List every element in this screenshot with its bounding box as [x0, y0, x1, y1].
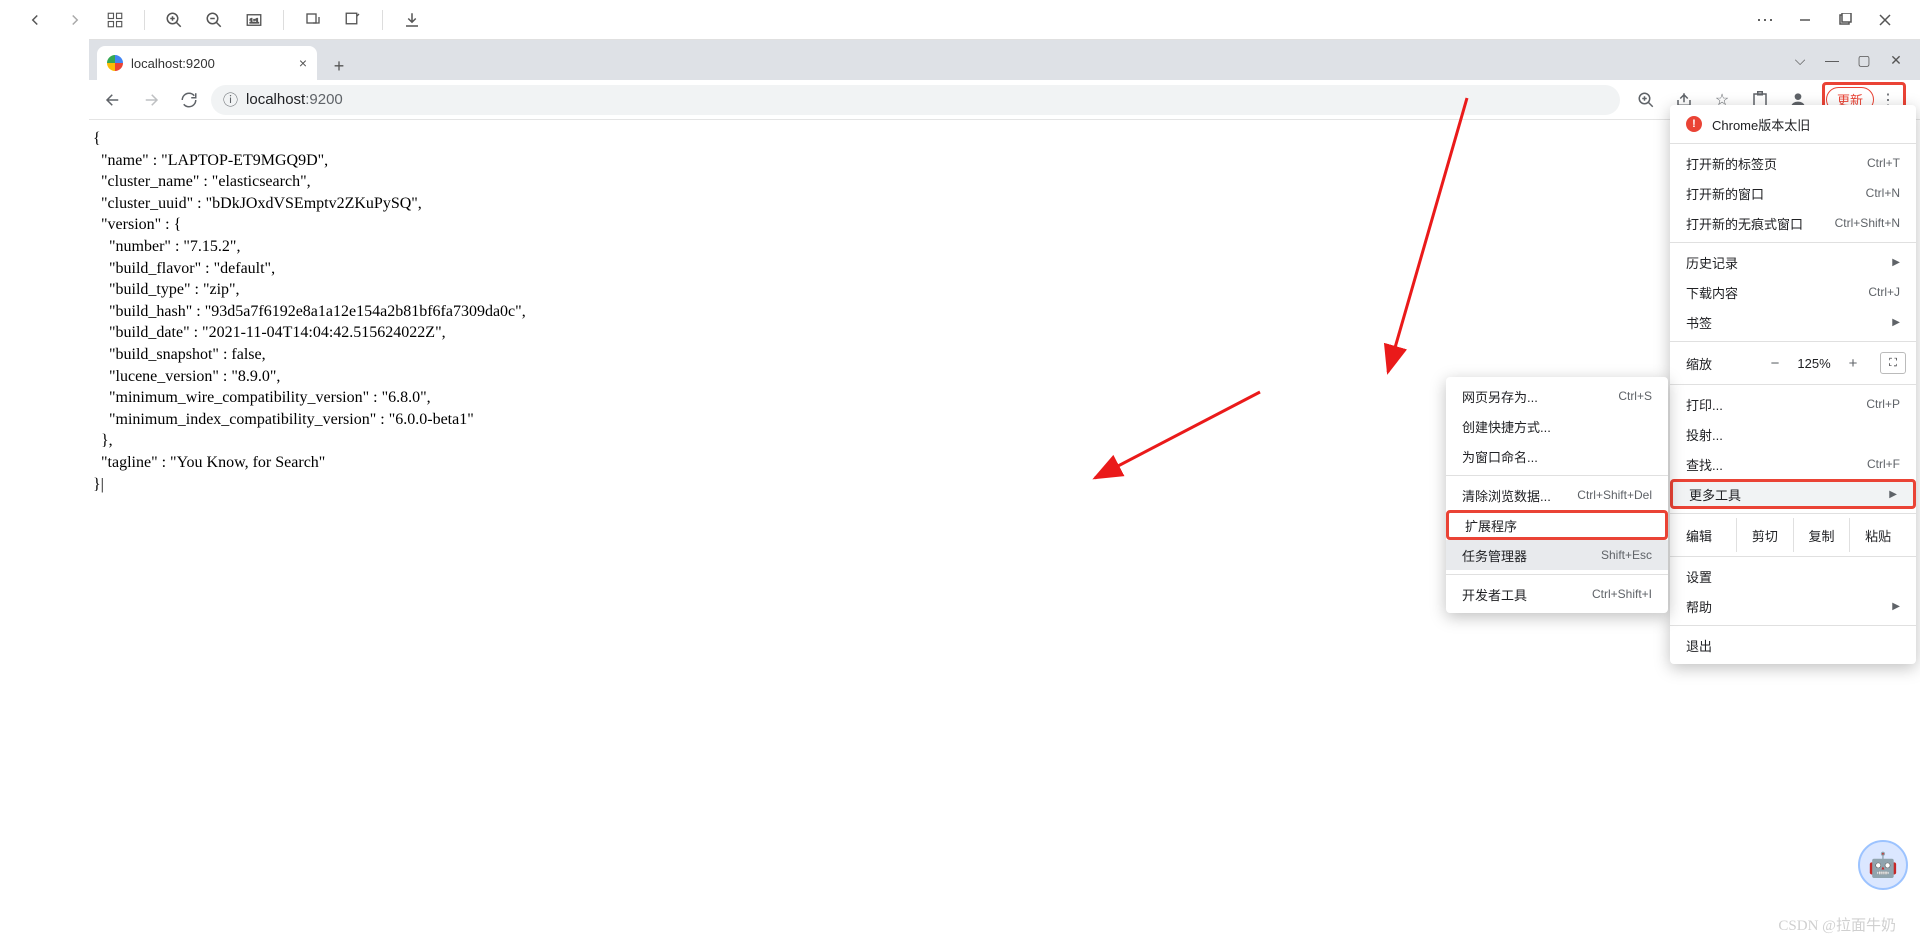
- menu-cast[interactable]: 投射...: [1670, 419, 1916, 449]
- menu-exit[interactable]: 退出: [1670, 630, 1916, 660]
- submenu-name-window[interactable]: 为窗口命名...: [1446, 441, 1668, 471]
- svg-text:1:1: 1:1: [250, 18, 260, 25]
- zoom-in-icon[interactable]: [163, 9, 185, 31]
- zoom-out-icon[interactable]: [203, 9, 225, 31]
- new-tab-button[interactable]: +: [325, 52, 353, 80]
- submenu-save-as[interactable]: 网页另存为...Ctrl+S: [1446, 381, 1668, 411]
- url-host: localhost: [246, 91, 305, 108]
- fullscreen-button[interactable]: ⛶: [1880, 352, 1906, 374]
- more-icon[interactable]: ⋯: [1754, 9, 1776, 31]
- menu-settings[interactable]: 设置: [1670, 561, 1916, 591]
- rotate-icon[interactable]: [302, 9, 324, 31]
- back-icon[interactable]: [24, 9, 46, 31]
- menu-zoom: 缩放 − 125% + ⛶: [1670, 346, 1916, 380]
- download-icon[interactable]: [401, 9, 423, 31]
- menu-new-tab[interactable]: 打开新的标签页Ctrl+T: [1670, 148, 1916, 178]
- minimize-icon[interactable]: [1794, 9, 1816, 31]
- forward-icon[interactable]: [64, 9, 86, 31]
- tab-title: localhost:9200: [131, 56, 215, 71]
- watermark-text: CSDN @拉面牛奶: [1778, 914, 1896, 935]
- address-bar: ⓘ localhost:9200 ☆ 更新 ⋮: [89, 80, 1920, 120]
- submenu-extensions[interactable]: 扩展程序: [1446, 510, 1668, 540]
- menu-print[interactable]: 打印...Ctrl+P: [1670, 389, 1916, 419]
- window-close-icon[interactable]: ✕: [1888, 52, 1904, 69]
- edit-paste[interactable]: 粘贴: [1849, 518, 1906, 552]
- nav-forward-icon[interactable]: [135, 84, 167, 116]
- tab-strip: localhost:9200 × + ⌵ — ▢ ✕: [89, 40, 1920, 80]
- zoom-icon[interactable]: [1632, 86, 1660, 114]
- submenu-dev-tools[interactable]: 开发者工具Ctrl+Shift+I: [1446, 579, 1668, 609]
- submenu-clear-data[interactable]: 清除浏览数据...Ctrl+Shift+Del: [1446, 480, 1668, 510]
- window-maximize-icon[interactable]: ▢: [1856, 52, 1872, 69]
- edit-icon[interactable]: [342, 9, 364, 31]
- url-port: :9200: [305, 91, 343, 108]
- submenu-task-manager[interactable]: 任务管理器Shift+Esc: [1446, 540, 1668, 570]
- assistant-avatar[interactable]: 🤖: [1858, 840, 1908, 890]
- menu-help[interactable]: 帮助▶: [1670, 591, 1916, 621]
- warning-icon: !: [1686, 116, 1702, 132]
- menu-edit: 编辑 剪切 复制 粘贴: [1670, 518, 1916, 552]
- grid-icon[interactable]: [104, 9, 126, 31]
- edit-copy[interactable]: 复制: [1793, 518, 1850, 552]
- site-info-icon[interactable]: ⓘ: [223, 89, 238, 110]
- url-input[interactable]: ⓘ localhost:9200: [211, 85, 1620, 115]
- menu-new-window[interactable]: 打开新的窗口Ctrl+N: [1670, 178, 1916, 208]
- maximize-icon[interactable]: [1834, 9, 1856, 31]
- menu-find[interactable]: 查找...Ctrl+F: [1670, 449, 1916, 479]
- menu-history[interactable]: 历史记录▶: [1670, 247, 1916, 277]
- nav-back-icon[interactable]: [97, 84, 129, 116]
- close-icon[interactable]: [1874, 9, 1896, 31]
- menu-downloads[interactable]: 下载内容Ctrl+J: [1670, 277, 1916, 307]
- viewer-toolbar: 1:1 ⋯: [0, 0, 1920, 40]
- browser-tab[interactable]: localhost:9200 ×: [97, 46, 317, 80]
- fit-icon[interactable]: 1:1: [243, 9, 265, 31]
- favicon-icon: [107, 55, 123, 71]
- chrome-menu: ! Chrome版本太旧 打开新的标签页Ctrl+T 打开新的窗口Ctrl+N …: [1670, 105, 1916, 664]
- tabs-dropdown-icon[interactable]: ⌵: [1792, 52, 1808, 69]
- menu-incognito[interactable]: 打开新的无痕式窗口Ctrl+Shift+N: [1670, 208, 1916, 238]
- more-tools-submenu: 网页另存为...Ctrl+S 创建快捷方式... 为窗口命名... 清除浏览数据…: [1446, 377, 1668, 613]
- menu-more-tools[interactable]: 更多工具▶: [1670, 479, 1916, 509]
- edit-cut[interactable]: 剪切: [1736, 518, 1793, 552]
- reload-icon[interactable]: [173, 84, 205, 116]
- tab-close-icon[interactable]: ×: [299, 55, 307, 71]
- menu-bookmarks[interactable]: 书签▶: [1670, 307, 1916, 337]
- submenu-create-shortcut[interactable]: 创建快捷方式...: [1446, 411, 1668, 441]
- zoom-in-button[interactable]: +: [1840, 352, 1866, 374]
- window-minimize-icon[interactable]: —: [1824, 52, 1840, 68]
- zoom-value: 125%: [1796, 356, 1832, 371]
- menu-chrome-outdated[interactable]: ! Chrome版本太旧: [1670, 109, 1916, 139]
- zoom-out-button[interactable]: −: [1762, 352, 1788, 374]
